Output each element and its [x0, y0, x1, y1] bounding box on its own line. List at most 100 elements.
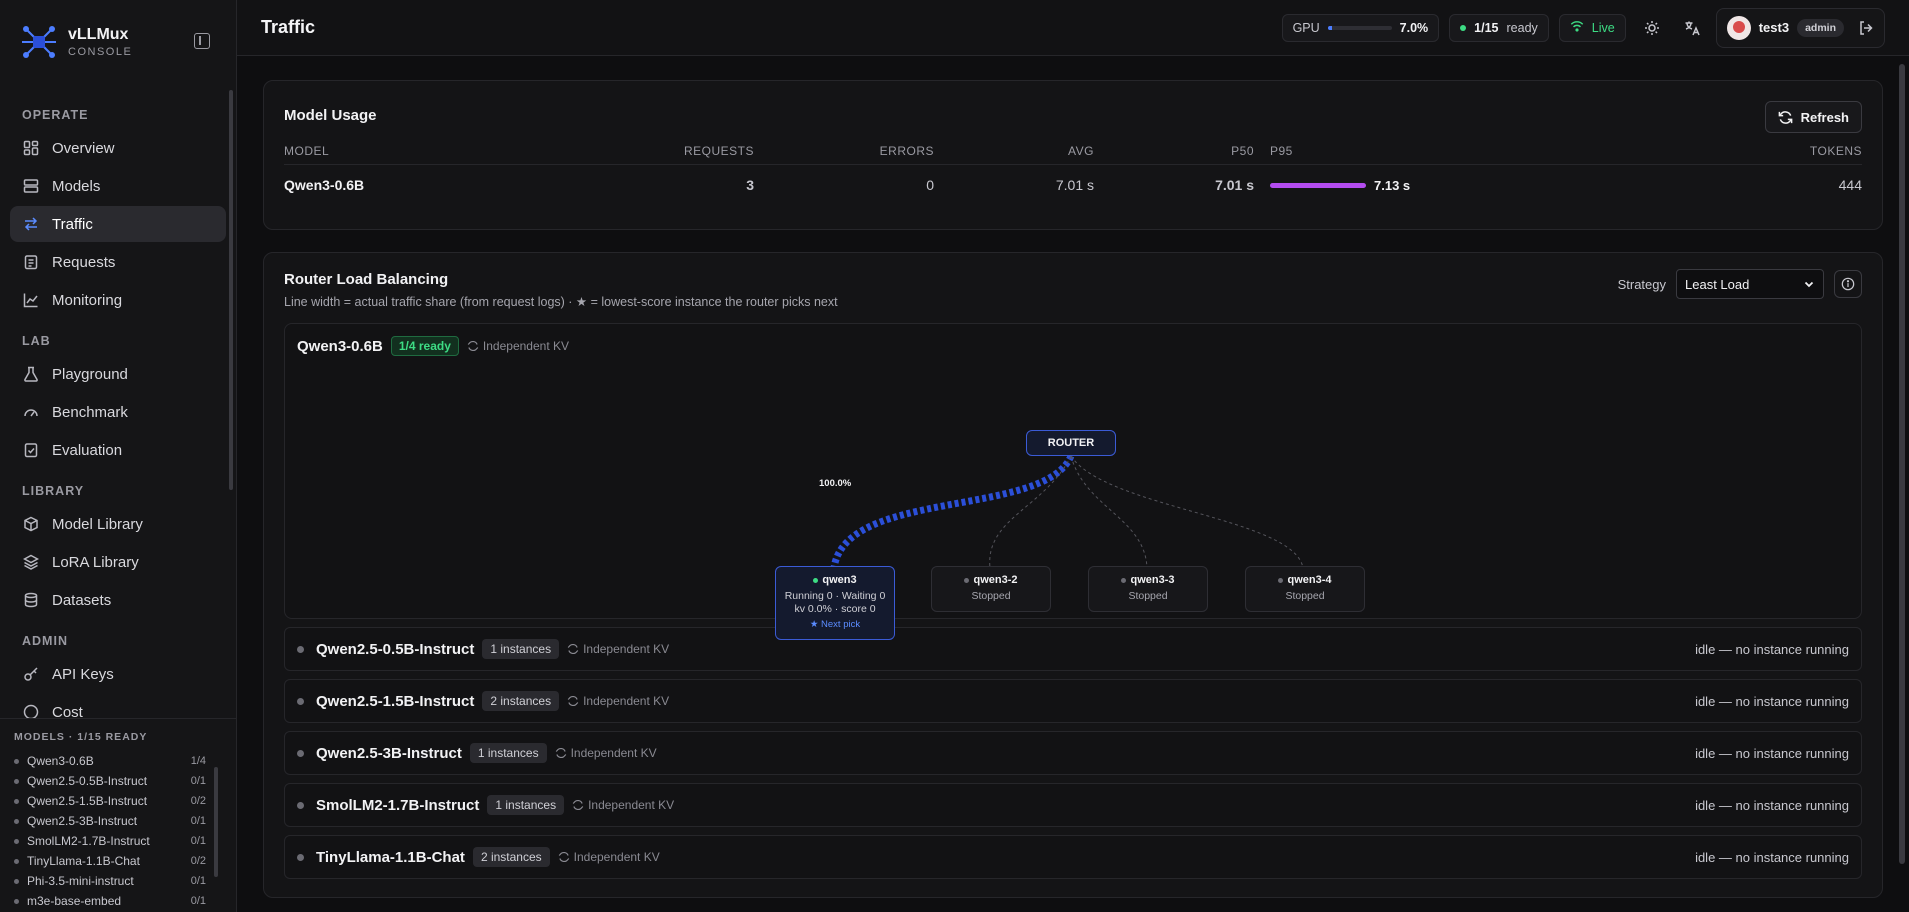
- sidebar-item-model-library[interactable]: Model Library: [10, 506, 226, 542]
- router-node[interactable]: ROUTER: [1026, 430, 1116, 456]
- instance-status: Stopped: [971, 590, 1011, 602]
- column-header[interactable]: MODEL: [284, 138, 544, 165]
- model-count: 0/1: [190, 775, 206, 787]
- models-panel-scrollbar[interactable]: [214, 767, 218, 877]
- gpu-status: GPU 7.0%: [1281, 13, 1440, 42]
- sidebar-item-api-keys[interactable]: API Keys: [10, 656, 226, 692]
- nav-section-admin: ADMIN: [22, 634, 68, 648]
- wifi-icon: [1570, 19, 1584, 36]
- model-group-row[interactable]: SmolLM2-1.7B-Instruct 1 instances Indepe…: [284, 783, 1862, 827]
- table-row[interactable]: Qwen3-0.6B 3 0 7.01 s 7.01 s 7.13 s 444: [284, 164, 1862, 206]
- theme-toggle-sun-icon[interactable]: [1638, 14, 1666, 42]
- list-item[interactable]: Qwen2.5-1.5B-Instruct 0/2: [14, 791, 222, 811]
- topbar: Traffic GPU 7.0% 1/15 ready Live test3 a…: [237, 0, 1909, 56]
- list-item[interactable]: Phi-3.5-mini-instruct 0/1: [14, 871, 222, 891]
- model-group-row[interactable]: Qwen2.5-1.5B-Instruct 2 instances Indepe…: [284, 679, 1862, 723]
- sidebar-item-benchmark[interactable]: Benchmark: [10, 394, 226, 430]
- list-item[interactable]: Qwen2.5-0.5B-Instruct 0/1: [14, 771, 222, 791]
- sidebar-item-lora-library[interactable]: LoRA Library: [10, 544, 226, 580]
- strategy-select[interactable]: Least Load: [1676, 269, 1824, 299]
- status-dot: [297, 697, 304, 705]
- sidebar-item-datasets[interactable]: Datasets: [10, 582, 226, 618]
- p95-value: 7.13 s: [1374, 177, 1411, 193]
- model-name: Qwen3-0.6B: [27, 754, 94, 768]
- instance-stats-line1: Running 0 · Waiting 0: [784, 590, 886, 602]
- column-header[interactable]: P95: [1254, 138, 1454, 165]
- model-group-name: Qwen2.5-0.5B-Instruct: [316, 640, 475, 658]
- column-header[interactable]: REQUESTS: [544, 138, 754, 165]
- sidebar-item-evaluation[interactable]: Evaluation: [10, 432, 226, 468]
- sidebar-item-requests[interactable]: Requests: [10, 244, 226, 280]
- language-translate-icon[interactable]: [1678, 14, 1706, 42]
- gpu-value: 7.0%: [1399, 20, 1429, 35]
- column-header[interactable]: ERRORS: [754, 138, 934, 165]
- cell-p50: 7.01 s: [1215, 177, 1254, 194]
- status-dot: [297, 749, 304, 757]
- model-group-row[interactable]: TinyLlama-1.1B-Chat 2 instances Independ…: [284, 835, 1862, 879]
- traffic-link-qwen3: [830, 454, 1075, 569]
- model-name: SmolLM2-1.7B-Instruct: [27, 834, 150, 848]
- list-item[interactable]: Qwen2.5-3B-Instruct 0/1: [14, 811, 222, 831]
- cell-requests: 3: [746, 177, 754, 194]
- column-header[interactable]: P50: [1094, 138, 1254, 165]
- model-group-name: Qwen2.5-1.5B-Instruct: [316, 692, 475, 710]
- model-group-row[interactable]: Qwen2.5-3B-Instruct 1 instances Independ…: [284, 731, 1862, 775]
- router-links-svg: [830, 454, 1304, 569]
- status-dot: [1121, 577, 1127, 583]
- brand-logo-icon: [22, 26, 56, 58]
- sidebar-scrollbar[interactable]: [229, 90, 233, 490]
- model-count: 1/4: [190, 755, 206, 767]
- strategy-value: Least Load: [1685, 276, 1750, 292]
- model-group-row[interactable]: Qwen2.5-0.5B-Instruct 1 instances Indepe…: [284, 627, 1862, 671]
- column-header[interactable]: AVG: [934, 138, 1094, 165]
- status-dot: [14, 878, 19, 884]
- database-icon: [22, 591, 40, 609]
- sidebar-item-label: LoRA Library: [52, 553, 139, 571]
- list-item[interactable]: m3e-base-embed 0/1: [14, 891, 222, 911]
- sidebar-item-label: Playground: [52, 365, 128, 383]
- column-header[interactable]: TOKENS: [1454, 138, 1862, 165]
- user-menu[interactable]: test3 admin: [1715, 7, 1885, 48]
- sync-icon: [467, 340, 479, 352]
- info-icon[interactable]: [1834, 270, 1862, 298]
- brand[interactable]: vLLMux CONSOLE: [0, 0, 236, 84]
- sync-icon: [572, 799, 584, 811]
- group-status: idle — no instance running: [1695, 641, 1849, 657]
- model-group-primary: Qwen3-0.6B 1/4 ready Independent KV ROUT…: [284, 323, 1862, 640]
- model-count: 0/2: [190, 855, 206, 867]
- logout-icon[interactable]: [1858, 20, 1874, 36]
- instances-badge: 2 instances: [482, 691, 560, 711]
- sidebar-item-overview[interactable]: Overview: [10, 130, 226, 166]
- kv-label: Independent KV: [482, 339, 569, 353]
- status-dot: [297, 645, 304, 653]
- sidebar-item-models[interactable]: Models: [10, 168, 226, 204]
- traffic-link-qwen3-4: [1070, 455, 1304, 569]
- sidebar-collapse-icon[interactable]: [194, 33, 210, 49]
- brand-sub: CONSOLE: [68, 46, 133, 58]
- gpu-usage-bar: [1327, 25, 1392, 30]
- instance-node-qwen3-2[interactable]: qwen3-2 Stopped: [931, 566, 1051, 612]
- gpu-label: GPU: [1292, 20, 1320, 35]
- traffic-link-qwen3-2: [989, 455, 1072, 569]
- refresh-button[interactable]: Refresh: [1764, 101, 1862, 133]
- instance-status: Stopped: [1285, 590, 1325, 602]
- sidebar-item-cost[interactable]: Cost: [10, 694, 226, 718]
- instance-node-qwen3-3[interactable]: qwen3-3 Stopped: [1088, 566, 1208, 612]
- instance-node-qwen3-4[interactable]: qwen3-4 Stopped: [1245, 566, 1365, 612]
- instance-node-qwen3[interactable]: qwen3 Running 0 · Waiting 0 kv 0.0% · sc…: [775, 566, 895, 640]
- sidebar-item-traffic[interactable]: Traffic: [10, 206, 226, 242]
- list-item[interactable]: SmolLM2-1.7B-Instruct 0/1: [14, 831, 222, 851]
- sidebar-item-monitoring[interactable]: Monitoring: [10, 282, 226, 318]
- list-item[interactable]: TinyLlama-1.1B-Chat 0/2: [14, 851, 222, 871]
- kv-label: Independent KV: [583, 642, 670, 656]
- kv-label: Independent KV: [573, 850, 660, 864]
- model-name: Phi-3.5-mini-instruct: [27, 874, 134, 888]
- model-count: 0/1: [190, 835, 206, 847]
- kv-mode: Independent KV: [467, 339, 569, 353]
- sidebar-item-playground[interactable]: Playground: [10, 356, 226, 392]
- sidebar-item-label: Requests: [52, 253, 116, 271]
- sync-icon: [567, 643, 579, 655]
- model-group-header[interactable]: Qwen3-0.6B 1/4 ready Independent KV: [285, 324, 1861, 368]
- list-item[interactable]: Qwen3-0.6B 1/4: [14, 751, 222, 771]
- live-status[interactable]: Live: [1558, 13, 1626, 42]
